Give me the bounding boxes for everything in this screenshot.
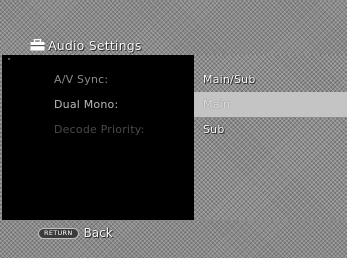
option-main-sub[interactable]: Main/Sub [194, 67, 347, 92]
settings-menu-panel: A/V Sync: Dual Mono: Decode Priority: [2, 55, 194, 220]
menu-item-dual-mono[interactable]: Dual Mono: [54, 92, 145, 117]
option-list: Main/Sub Main Sub [194, 67, 347, 142]
menu-item-decode-priority[interactable]: Decode Priority: [54, 117, 145, 142]
option-sub[interactable]: Sub [194, 117, 347, 142]
menu-item-av-sync[interactable]: A/V Sync: [54, 67, 145, 92]
settings-menu-list: A/V Sync: Dual Mono: Decode Priority: [54, 67, 145, 142]
screen-title-text: Audio Settings [48, 37, 142, 53]
back-label: Back [83, 226, 113, 240]
screen-title: Audio Settings [30, 37, 142, 53]
option-main[interactable]: Main [194, 92, 347, 117]
options-panel: Main/Sub Main Sub [194, 55, 347, 220]
back-button[interactable]: RETURN Back [38, 225, 113, 241]
toolbox-icon [30, 39, 45, 51]
panel-marker [8, 58, 10, 60]
return-key-icon: RETURN [38, 227, 79, 239]
